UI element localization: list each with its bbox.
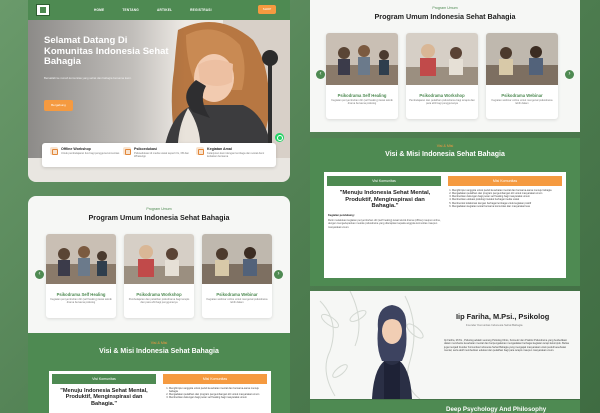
misi-item: Memberikan dukungan bagi peran self heal…: [169, 396, 265, 399]
program-card-desc: Kegiatan penyembuhan diri (self healing)…: [331, 99, 393, 106]
prev-arrow-icon[interactable]: ‹: [35, 270, 44, 279]
visi-tab[interactable]: Visi Komunitas: [327, 176, 441, 186]
nav-registrasi[interactable]: REGISTRASI: [190, 8, 211, 12]
nav-artikel[interactable]: ARTIKEL: [157, 8, 172, 12]
program-card[interactable]: Psikodrama Webinar Kegiatan webinar onli…: [486, 33, 558, 119]
workshop-image: [124, 234, 194, 284]
feature-desc: Kelanjutan kami dengan lembaga dan sosia…: [207, 152, 265, 159]
visimisi-box: Visi Komunitas Misi Komunitas "Menuju In…: [324, 172, 566, 278]
visimisi-label: Visi & Misi: [150, 341, 168, 345]
program-card-desc: Kegiatan webinar online untuk mengenal p…: [491, 99, 553, 106]
education-icon: [123, 147, 131, 155]
feature-desc: Psikoedukasi di media sosial seperti IG,…: [134, 152, 189, 159]
feature-desc: Untuk pembelajaran live bagi pengguna ko…: [61, 152, 120, 155]
left-program-card: Program Umum Program Umum Indonesia Seha…: [28, 196, 290, 413]
hero-card: HOME TENTANG ARTIKEL REGISTRASI SHOP Sel…: [28, 0, 290, 182]
charity-icon: [196, 147, 204, 155]
program-label: Program Umum: [432, 6, 458, 10]
nav-tentang[interactable]: TENTANG: [122, 8, 139, 12]
webinar-image: [202, 234, 272, 284]
feature-item: Psikoedukasi Psikoedukasi di media sosia…: [123, 147, 195, 163]
nav-cta-button[interactable]: SHOP: [258, 5, 276, 14]
footer-band-title: Deep Psychology And Philosophy: [446, 406, 547, 413]
program-card-desc: Kegiatan penyembuhan diri (self healing)…: [50, 298, 112, 305]
program-card[interactable]: Psikodrama Workshop Pembelajaran dan pel…: [124, 234, 194, 318]
program-card-desc: Pembelajaran dan pelatihan psikodrama ba…: [409, 99, 475, 106]
visimisi-box: Visi Komunitas Misi Komunitas "Menuju In…: [49, 371, 271, 413]
visimisi-heading: Visi & Misi Indonesia Sehat Bahagia: [99, 348, 219, 355]
webinar-image: [486, 33, 558, 85]
feature-item: Offline Workshop Untuk pembelajaran live…: [50, 147, 122, 163]
whatsapp-icon[interactable]: [275, 133, 284, 142]
program-label: Program Umum: [146, 207, 172, 211]
kegiatan-label: Kegiatan pendukung :: [328, 214, 356, 217]
visimisi-heading: Visi & Misi Indonesia Sehat Bahagia: [385, 151, 505, 158]
footer-band: Deep Psychology And Philosophy: [310, 400, 580, 413]
program-card[interactable]: Psikodrama Webinar Kegiatan webinar onli…: [202, 234, 272, 318]
misi-list: Menghimpun anggota untuk peduli kesehata…: [452, 189, 562, 208]
visimisi-section: Visi & Misi Visi & Misi Indonesia Sehat …: [310, 138, 580, 286]
features-bar: Offline Workshop Untuk pembelajaran live…: [42, 143, 276, 167]
join-button[interactable]: Bergabung: [44, 100, 73, 111]
workshop-icon: [50, 147, 58, 155]
visimisi-section: Visi & Misi Visi & Misi Indonesia Sehat …: [28, 333, 290, 413]
feature-item: Kegiatan Amal Kelanjutan kami dengan lem…: [196, 147, 268, 163]
self-healing-image: [46, 234, 116, 284]
visi-quote: "Menuju Indonesia Sehat Mental, Produkti…: [60, 388, 148, 407]
feature-title: Psikoedukasi: [134, 147, 157, 151]
profile-photo: [372, 305, 412, 399]
self-healing-image: [326, 33, 398, 85]
kegiatan-text: Rutin melakukan kegiatan penyembuhan dir…: [328, 219, 441, 229]
visi-tab[interactable]: Visi Komunitas: [52, 374, 156, 384]
program-header: Program Umum Program Umum Indonesia Seha…: [28, 207, 290, 222]
program-heading: Program Umum Indonesia Sehat Bahagia: [88, 213, 230, 222]
visimisi-label: Visi & Misi: [436, 144, 454, 148]
hero-title: Selamat Datang Di Komunitas Indonesia Se…: [44, 35, 169, 68]
nav-links: HOME TENTANG ARTIKEL REGISTRASI: [94, 8, 212, 12]
profile-card: Iip Fariha, M.Psi., Psikolog Founder Kom…: [310, 291, 580, 399]
navbar: HOME TENTANG ARTIKEL REGISTRASI SHOP: [28, 0, 290, 20]
program-header: Program Umum Program Umum Indonesia Seha…: [310, 6, 580, 21]
feature-title: Kegiatan Amal: [207, 147, 232, 151]
misi-list: Menghimpun anggota untuk peduli kesehata…: [169, 387, 265, 400]
logo-icon[interactable]: [36, 4, 50, 16]
hero-subtitle: Bersatlah ke rumah komunitas yang sehat …: [44, 76, 132, 80]
profile-name: Iip Fariha, M.Psi., Psikolog: [456, 312, 550, 321]
program-card[interactable]: Psikodrama Workshop Pembelajaran dan pel…: [406, 33, 478, 119]
misi-tab[interactable]: Misi Komunitas: [448, 176, 562, 186]
profile-bio: Iip Fariha, M.Psi., Psikolog adalah seor…: [444, 339, 570, 353]
program-card-desc: Pembelajaran dan pelatihan psikodrama ba…: [128, 298, 190, 305]
profile-role: Founder Komunitas Indonesia Sehat Bahagi…: [466, 323, 523, 327]
program-card[interactable]: Psikodrama Self Healing Kegiatan penyemb…: [46, 234, 116, 318]
misi-item: Mengadakan kegiatan sosial bersama komun…: [452, 205, 562, 208]
workshop-image: [406, 33, 478, 85]
program-heading: Program Umum Indonesia Sehat Bahagia: [374, 12, 516, 21]
program-card[interactable]: Psikodrama Self Healing Kegiatan penyemb…: [326, 33, 398, 119]
program-card-desc: Kegiatan webinar online untuk mengenal p…: [206, 298, 268, 305]
visi-quote: "Menuju Indonesia Sehat Mental, Produkti…: [339, 190, 431, 210]
next-arrow-icon[interactable]: ›: [274, 270, 283, 279]
misi-tab[interactable]: Misi Komunitas: [163, 374, 267, 384]
nav-home[interactable]: HOME: [94, 8, 104, 12]
prev-arrow-icon[interactable]: ‹: [316, 70, 325, 79]
next-arrow-icon[interactable]: ›: [565, 70, 574, 79]
feature-title: Offline Workshop: [61, 147, 91, 151]
right-program-card: Program Umum Program Umum Indonesia Seha…: [310, 0, 580, 132]
